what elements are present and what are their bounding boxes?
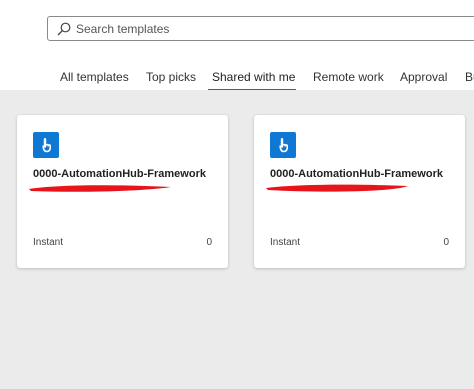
run-count: 0 bbox=[443, 237, 449, 248]
template-title: 0000-AutomationHub-Framework bbox=[270, 168, 443, 180]
run-count: 0 bbox=[206, 237, 212, 248]
tab-remote-work[interactable]: Remote work bbox=[313, 70, 384, 84]
touch-tap-icon bbox=[279, 138, 288, 153]
trigger-type-label: Instant bbox=[270, 237, 301, 248]
template-gallery: 0000-AutomationHub-Framework Instant 0 0… bbox=[0, 90, 474, 389]
flow-icon-tile bbox=[33, 132, 59, 158]
search-input[interactable] bbox=[76, 19, 456, 38]
template-tabs: All templates Top picks Shared with me R… bbox=[0, 64, 474, 92]
template-card[interactable]: 0000-AutomationHub-Framework Instant 0 bbox=[17, 115, 228, 268]
tab-shared-with-me[interactable]: Shared with me bbox=[212, 70, 295, 84]
flow-icon-tile bbox=[270, 132, 296, 158]
tab-all-templates[interactable]: All templates bbox=[60, 70, 129, 84]
redaction-mark bbox=[266, 184, 408, 192]
redaction-mark bbox=[29, 185, 171, 192]
tab-approval[interactable]: Approval bbox=[400, 70, 447, 84]
tab-top-picks[interactable]: Top picks bbox=[146, 70, 196, 84]
template-card[interactable]: 0000-AutomationHub-Framework Instant 0 bbox=[254, 115, 465, 268]
trigger-type-label: Instant bbox=[33, 237, 64, 248]
search-icon bbox=[57, 22, 71, 36]
touch-tap-icon bbox=[42, 138, 51, 153]
search-box[interactable] bbox=[47, 16, 474, 41]
template-title: 0000-AutomationHub-Framework bbox=[33, 168, 206, 180]
tab-business[interactable]: Bu bbox=[465, 70, 474, 84]
